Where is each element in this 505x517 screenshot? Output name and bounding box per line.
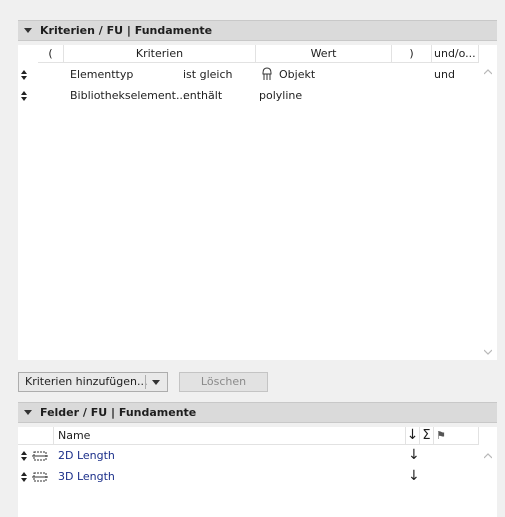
row-drag-handle-icon[interactable] <box>21 70 27 80</box>
collapse-triangle-icon[interactable] <box>24 410 32 415</box>
field-name[interactable]: 3D Length <box>58 470 115 484</box>
criteria-value[interactable]: Objekt <box>279 68 315 82</box>
add-criteria-label: Kriterien hinzufügen... <box>25 375 148 388</box>
col-sort[interactable]: ↓ <box>406 427 420 445</box>
criteria-name: Bibliothekselement... <box>70 89 187 102</box>
collapse-triangle-icon[interactable] <box>24 28 32 33</box>
fields-section-title: Felder / FU | Fundamente <box>40 406 197 419</box>
fields-table: Name ↓ Σ ⚑ 2D Length ↓ 3D Length ↓ <box>18 427 497 517</box>
field-dimension-icon <box>32 471 48 486</box>
table-row[interactable]: Elementtyp ist gleich Objekt und <box>18 67 479 87</box>
col-fields-blank <box>18 427 54 445</box>
table-row[interactable]: 2D Length ↓ <box>18 447 479 467</box>
criteria-operator[interactable]: enthält <box>183 89 222 103</box>
col-criteria[interactable]: Kriterien <box>64 45 256 63</box>
row-drag-handle-icon[interactable] <box>21 472 27 482</box>
criteria-section-title: Kriterien / FU | Fundamente <box>40 24 213 37</box>
col-flag[interactable]: ⚑ <box>434 427 479 445</box>
criteria-section-header[interactable]: Kriterien / FU | Fundamente <box>18 20 497 41</box>
field-name[interactable]: 2D Length <box>58 449 115 463</box>
object-icon <box>261 67 273 84</box>
field-sort-indicator[interactable]: ↓ <box>408 469 420 483</box>
col-open-paren[interactable]: ( <box>38 45 64 63</box>
criteria-operator[interactable]: ist gleich <box>183 68 232 82</box>
col-name[interactable]: Name <box>54 427 406 445</box>
table-row[interactable]: 3D Length ↓ <box>18 468 479 488</box>
col-sum[interactable]: Σ <box>420 427 434 445</box>
row-drag-handle-icon[interactable] <box>21 451 27 461</box>
field-dimension-icon <box>32 450 48 465</box>
table-row[interactable]: Bibliothekselement... enthält polyline <box>18 88 479 108</box>
criteria-value[interactable]: polyline <box>259 89 302 103</box>
criteria-conjunction[interactable]: und <box>434 68 455 82</box>
col-value[interactable]: Wert <box>256 45 392 63</box>
col-close-paren[interactable]: ) <box>392 45 432 63</box>
row-drag-handle-icon[interactable] <box>21 91 27 101</box>
scroll-up-icon[interactable] <box>484 69 492 75</box>
criteria-name: Elementtyp <box>70 68 134 81</box>
add-criteria-button[interactable]: Kriterien hinzufügen... <box>18 372 168 392</box>
fields-section-header[interactable]: Felder / FU | Fundamente <box>18 402 497 423</box>
criteria-table: ( Kriterien Wert ) und/o... Elementtyp i… <box>18 45 497 360</box>
col-and-or[interactable]: und/o... <box>432 45 479 63</box>
scroll-down-icon[interactable] <box>484 349 492 355</box>
chevron-down-icon[interactable] <box>152 380 160 385</box>
scroll-up-icon[interactable] <box>484 453 492 459</box>
field-sort-indicator[interactable]: ↓ <box>408 448 420 462</box>
delete-button[interactable]: Löschen <box>179 372 268 392</box>
dropdown-divider <box>145 375 146 389</box>
